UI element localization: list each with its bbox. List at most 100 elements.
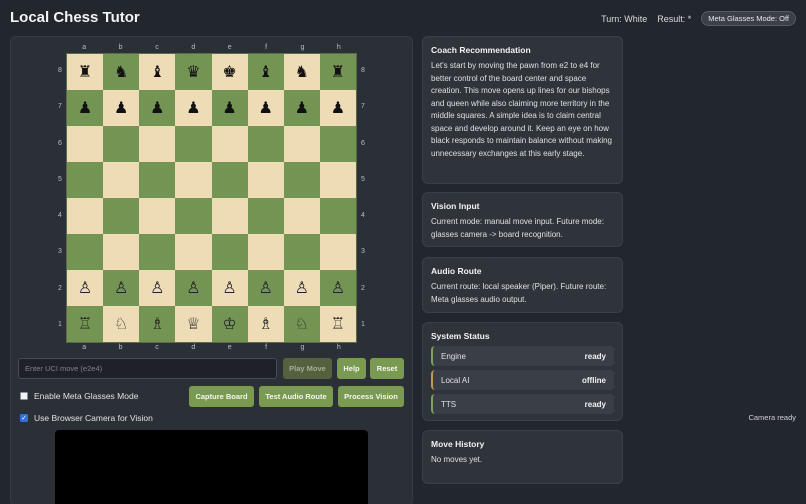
square-a4[interactable] — [67, 198, 104, 234]
chess-piece[interactable]: ♙ — [186, 280, 200, 296]
chess-piece[interactable]: ♟ — [331, 100, 345, 116]
chess-piece[interactable]: ♘ — [114, 316, 128, 332]
square-f5[interactable] — [247, 162, 284, 198]
chess-piece[interactable]: ♞ — [114, 64, 128, 80]
square-d1[interactable]: ♕ — [175, 306, 212, 342]
chess-piece[interactable]: ♜ — [78, 64, 92, 80]
square-b1[interactable]: ♘ — [103, 306, 140, 342]
square-e2[interactable]: ♙ — [211, 270, 248, 306]
square-h8[interactable]: ♜ — [319, 54, 356, 90]
square-b7[interactable]: ♟ — [103, 90, 140, 126]
uci-move-input[interactable] — [18, 358, 277, 379]
square-d7[interactable]: ♟ — [175, 90, 212, 126]
square-g7[interactable]: ♟ — [283, 90, 320, 126]
browser-camera-toggle-row[interactable]: ✓ Use Browser Camera for Vision — [20, 413, 153, 423]
square-g3[interactable] — [283, 234, 320, 270]
square-e3[interactable] — [211, 234, 248, 270]
square-e1[interactable]: ♔ — [211, 306, 248, 342]
square-b5[interactable] — [103, 162, 140, 198]
chess-board[interactable]: ♜ ♞ ♝ ♛ ♚ ♝ ♞ ♜ ♟ ♟ ♟ ♟ ♟ ♟ ♟ ♟ ♙ ♙ ♙ ♙ ♙ ♙ ♙ ♙ ♖ ♘ ♗ ♕ ♔ ♗ ♘ ♖ — [66, 53, 357, 343]
square-f2[interactable]: ♙ — [247, 270, 284, 306]
chess-piece[interactable]: ♟ — [114, 100, 128, 116]
chess-piece[interactable]: ♟ — [78, 100, 92, 116]
chess-piece[interactable]: ♙ — [78, 280, 92, 296]
chess-piece[interactable]: ♜ — [331, 64, 345, 80]
square-e7[interactable]: ♟ — [211, 90, 248, 126]
square-e6[interactable] — [211, 126, 248, 162]
square-e4[interactable] — [211, 198, 248, 234]
chess-piece[interactable]: ♙ — [114, 280, 128, 296]
chess-piece[interactable]: ♘ — [295, 316, 309, 332]
chess-piece[interactable]: ♟ — [295, 100, 309, 116]
square-c2[interactable]: ♙ — [139, 270, 176, 306]
square-d6[interactable] — [175, 126, 212, 162]
square-g2[interactable]: ♙ — [283, 270, 320, 306]
capture-board-button[interactable]: Capture Board — [189, 386, 254, 407]
meta-glasses-mode-badge[interactable]: Meta Glasses Mode: Off — [701, 11, 796, 26]
chess-piece[interactable]: ♙ — [222, 280, 236, 296]
square-c6[interactable] — [139, 126, 176, 162]
chess-piece[interactable]: ♟ — [259, 100, 273, 116]
square-f3[interactable] — [247, 234, 284, 270]
square-c7[interactable]: ♟ — [139, 90, 176, 126]
square-f1[interactable]: ♗ — [247, 306, 284, 342]
chess-piece[interactable]: ♚ — [222, 64, 236, 80]
chess-piece[interactable]: ♙ — [331, 280, 345, 296]
test-audio-route-button[interactable]: Test Audio Route — [259, 386, 333, 407]
square-h6[interactable] — [319, 126, 356, 162]
square-a2[interactable]: ♙ — [67, 270, 104, 306]
chess-piece[interactable]: ♔ — [222, 316, 236, 332]
square-c4[interactable] — [139, 198, 176, 234]
square-g8[interactable]: ♞ — [283, 54, 320, 90]
square-f8[interactable]: ♝ — [247, 54, 284, 90]
chess-piece[interactable]: ♙ — [259, 280, 273, 296]
square-a1[interactable]: ♖ — [67, 306, 104, 342]
square-a6[interactable] — [67, 126, 104, 162]
square-c3[interactable] — [139, 234, 176, 270]
chess-piece[interactable]: ♕ — [186, 316, 200, 332]
square-a7[interactable]: ♟ — [67, 90, 104, 126]
square-f4[interactable] — [247, 198, 284, 234]
square-h2[interactable]: ♙ — [319, 270, 356, 306]
chess-piece[interactable]: ♙ — [150, 280, 164, 296]
chess-piece[interactable]: ♖ — [78, 316, 92, 332]
square-f6[interactable] — [247, 126, 284, 162]
square-c5[interactable] — [139, 162, 176, 198]
chess-piece[interactable]: ♟ — [186, 100, 200, 116]
square-d8[interactable]: ♛ — [175, 54, 212, 90]
square-b3[interactable] — [103, 234, 140, 270]
chess-piece[interactable]: ♟ — [222, 100, 236, 116]
square-g4[interactable] — [283, 198, 320, 234]
reset-button[interactable]: Reset — [370, 358, 404, 379]
square-b6[interactable] — [103, 126, 140, 162]
chess-piece[interactable]: ♗ — [259, 316, 273, 332]
square-e8[interactable]: ♚ — [211, 54, 248, 90]
square-h7[interactable]: ♟ — [319, 90, 356, 126]
chess-piece[interactable]: ♝ — [150, 64, 164, 80]
square-d2[interactable]: ♙ — [175, 270, 212, 306]
square-c1[interactable]: ♗ — [139, 306, 176, 342]
square-a8[interactable]: ♜ — [67, 54, 104, 90]
square-d4[interactable] — [175, 198, 212, 234]
play-move-button[interactable]: Play Move — [283, 358, 332, 379]
process-vision-button[interactable]: Process Vision — [338, 386, 404, 407]
square-h3[interactable] — [319, 234, 356, 270]
square-b2[interactable]: ♙ — [103, 270, 140, 306]
chess-piece[interactable]: ♝ — [259, 64, 273, 80]
square-f7[interactable]: ♟ — [247, 90, 284, 126]
square-h5[interactable] — [319, 162, 356, 198]
browser-camera-checkbox[interactable]: ✓ — [20, 414, 28, 422]
square-e5[interactable] — [211, 162, 248, 198]
meta-glasses-toggle-row[interactable]: Enable Meta Glasses Mode — [20, 391, 138, 401]
chess-piece[interactable]: ♗ — [150, 316, 164, 332]
square-h4[interactable] — [319, 198, 356, 234]
square-g1[interactable]: ♘ — [283, 306, 320, 342]
square-a5[interactable] — [67, 162, 104, 198]
chess-piece[interactable]: ♖ — [331, 316, 345, 332]
chess-piece[interactable]: ♛ — [186, 64, 200, 80]
chess-piece[interactable]: ♞ — [295, 64, 309, 80]
square-a3[interactable] — [67, 234, 104, 270]
square-d5[interactable] — [175, 162, 212, 198]
meta-glasses-checkbox[interactable] — [20, 392, 28, 400]
square-b4[interactable] — [103, 198, 140, 234]
